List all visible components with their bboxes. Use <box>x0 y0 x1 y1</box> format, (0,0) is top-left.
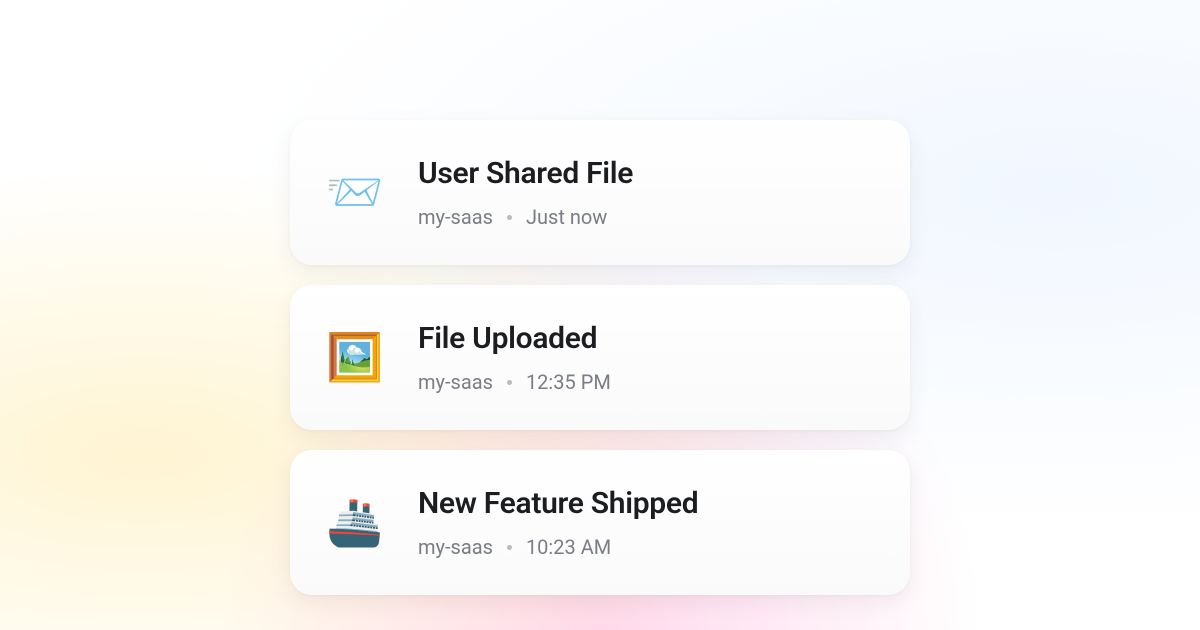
notification-title: File Uploaded <box>418 321 611 356</box>
notification-source: my-saas <box>418 205 493 229</box>
notification-list: 📨 User Shared File my-saas Just now 🖼️ F… <box>290 120 910 595</box>
notification-card[interactable]: 🖼️ File Uploaded my-saas 12:35 PM <box>290 285 910 430</box>
notification-card[interactable]: 📨 User Shared File my-saas Just now <box>290 120 910 265</box>
separator-dot <box>507 380 512 385</box>
notification-card[interactable]: 🚢 New Feature Shipped my-saas 10:23 AM <box>290 450 910 595</box>
notification-source: my-saas <box>418 535 493 559</box>
separator-dot <box>507 215 512 220</box>
separator-dot <box>507 545 512 550</box>
notification-content: File Uploaded my-saas 12:35 PM <box>418 321 611 394</box>
ship-icon: 🚢 <box>328 496 382 550</box>
notification-source: my-saas <box>418 370 493 394</box>
notification-meta: my-saas 12:35 PM <box>418 370 611 394</box>
notification-title: User Shared File <box>418 156 633 191</box>
notification-meta: my-saas Just now <box>418 205 633 229</box>
notification-time: Just now <box>526 205 607 229</box>
notification-time: 12:35 PM <box>526 370 611 394</box>
notification-meta: my-saas 10:23 AM <box>418 535 698 559</box>
notification-content: New Feature Shipped my-saas 10:23 AM <box>418 486 698 559</box>
framed-picture-icon: 🖼️ <box>328 331 382 385</box>
notification-time: 10:23 AM <box>526 535 611 559</box>
notification-title: New Feature Shipped <box>418 486 698 521</box>
notification-content: User Shared File my-saas Just now <box>418 156 633 229</box>
incoming-envelope-icon: 📨 <box>328 166 382 220</box>
